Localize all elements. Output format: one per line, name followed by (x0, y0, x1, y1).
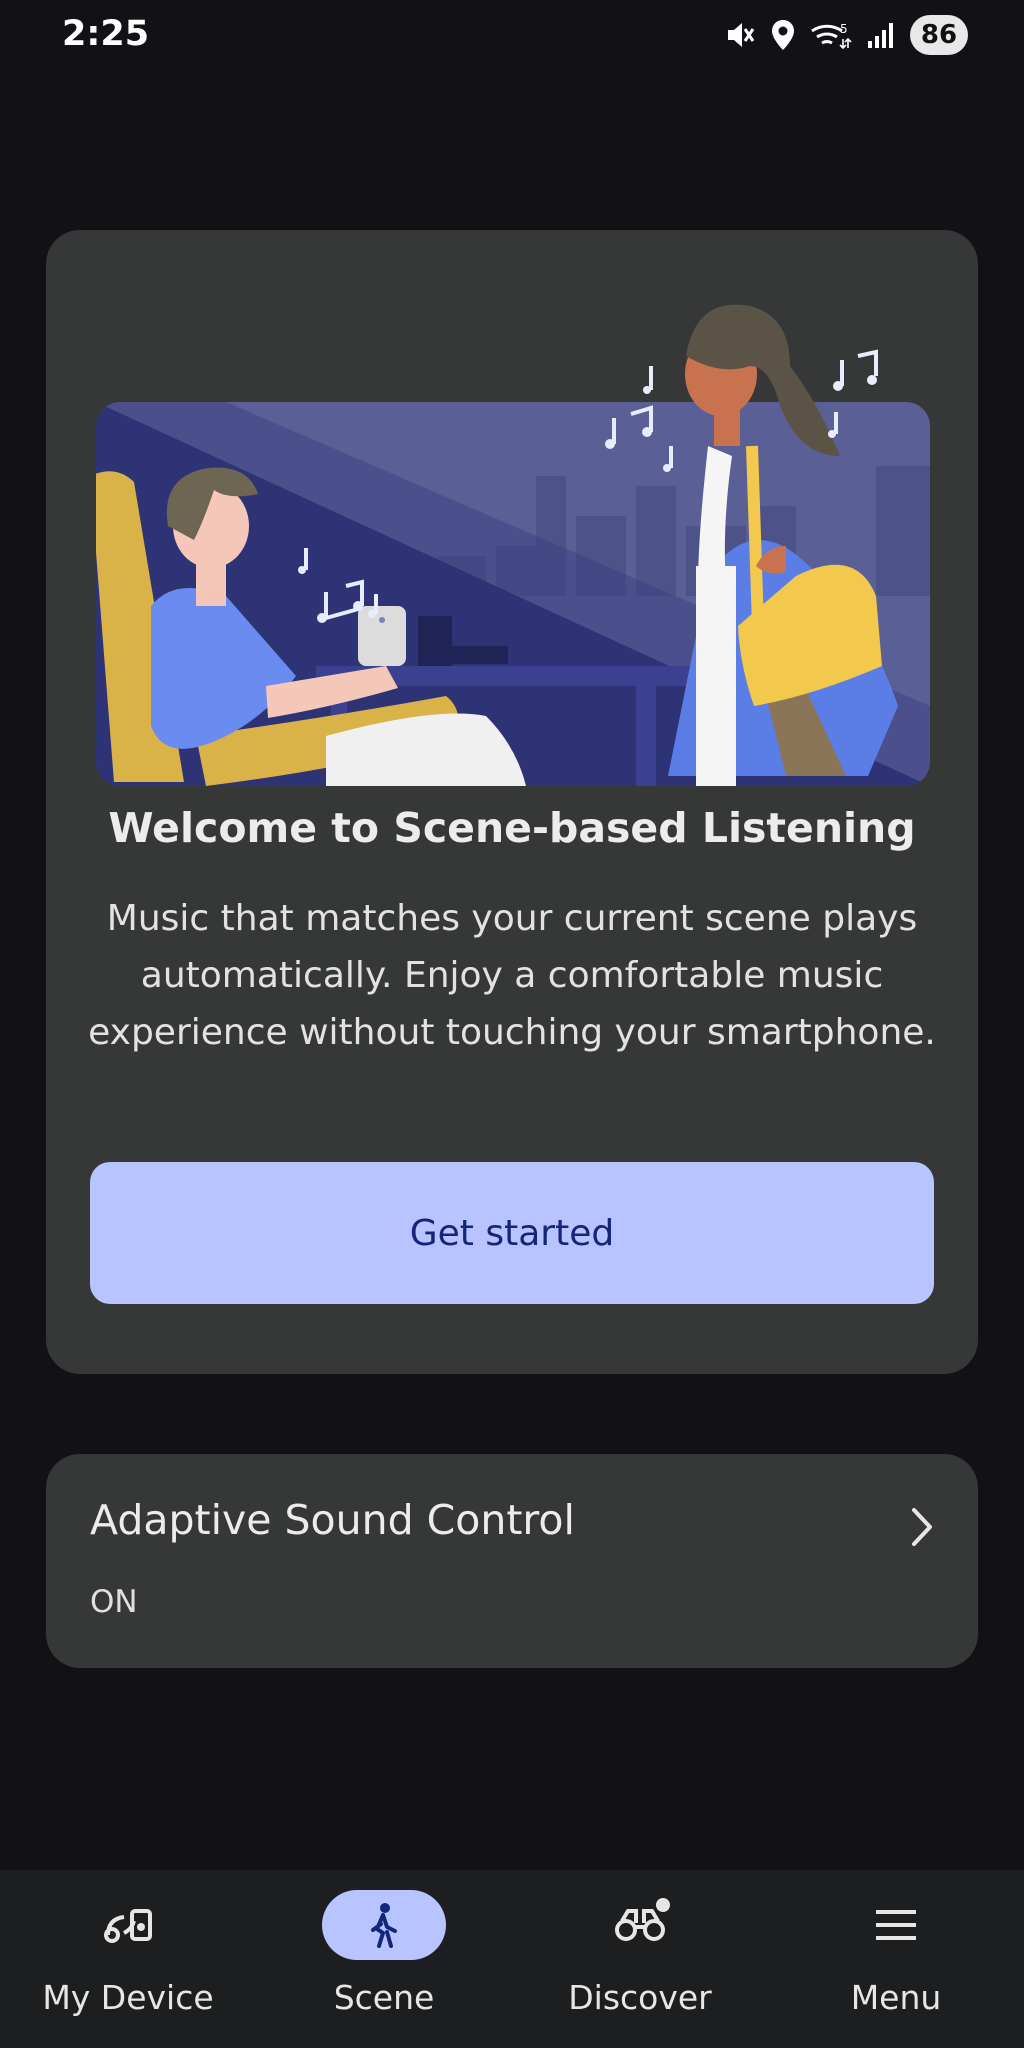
status-time: 2:25 (62, 14, 150, 54)
adaptive-sound-control-card[interactable]: Adaptive Sound Control ON (46, 1454, 978, 1668)
wifi-icon: 5 (810, 19, 852, 51)
adaptive-sound-control-title: Adaptive Sound Control (90, 1496, 575, 1544)
svg-text:5: 5 (840, 22, 848, 36)
menu-icon (834, 1890, 958, 1960)
nav-item-scene[interactable]: Scene (256, 1870, 512, 2048)
nav-item-my-device[interactable]: My Device (0, 1870, 256, 2048)
nav-label-discover: Discover (568, 1978, 712, 2017)
mute-icon (724, 19, 756, 51)
binoculars-icon (578, 1890, 702, 1960)
nav-item-discover[interactable]: Discover (512, 1870, 768, 2048)
notification-dot (656, 1898, 670, 1912)
status-icons: 5 86 (724, 14, 968, 56)
nav-label-menu: Menu (850, 1978, 942, 2017)
chevron-right-icon (908, 1504, 938, 1554)
bottom-navigation: My Device Scene Discover Menu (0, 1870, 1024, 2048)
battery-indicator: 86 (910, 15, 968, 55)
adaptive-sound-control-status: ON (90, 1584, 138, 1620)
device-icon (66, 1890, 190, 1960)
nav-label-scene: Scene (333, 1978, 435, 2017)
get-started-button[interactable]: Get started (90, 1162, 934, 1304)
walking-person-icon (322, 1890, 446, 1960)
signal-icon (866, 21, 896, 49)
status-bar: 2:25 5 86 (0, 0, 1024, 72)
nav-item-menu[interactable]: Menu (768, 1870, 1024, 2048)
nav-label-my-device: My Device (42, 1978, 214, 2017)
welcome-title: Welcome to Scene-based Listening (108, 804, 916, 852)
welcome-card: Welcome to Scene-based Listening Music t… (46, 230, 978, 1374)
app-screen: 2:25 5 86 Welcome to Scene-based Listeni… (0, 0, 1024, 2048)
location-icon (770, 18, 796, 52)
scene-illustration (96, 304, 930, 786)
welcome-description: Music that matches your current scene pl… (88, 898, 936, 1053)
